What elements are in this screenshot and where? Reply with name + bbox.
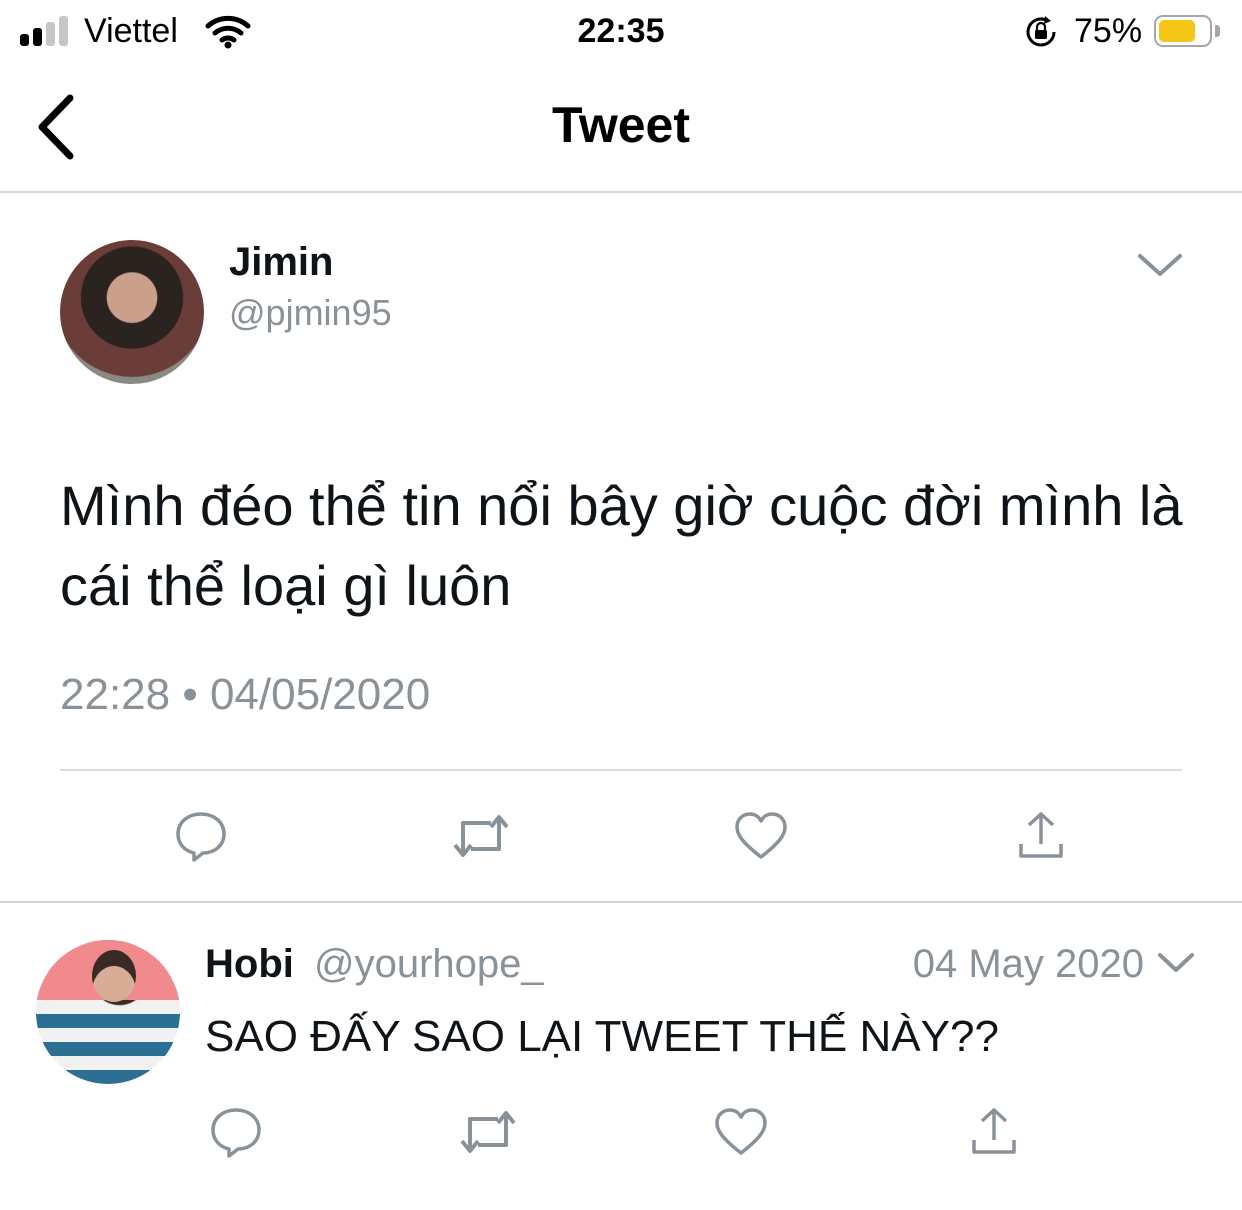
orientation-lock-icon	[1024, 16, 1058, 53]
author-handle[interactable]: @pjmin95	[229, 292, 392, 334]
retweet-icon	[453, 815, 509, 857]
reply-retweet-button[interactable]	[458, 1102, 518, 1162]
author-name[interactable]: Jimin	[229, 240, 333, 285]
like-icon	[715, 1108, 767, 1155]
share-button[interactable]	[1011, 806, 1071, 866]
tweet-text: Mình đéo thể tin nổi bây giờ cuộc đời mì…	[60, 474, 1183, 617]
battery-icon	[1154, 15, 1212, 47]
reply-author-name[interactable]: Hobi	[205, 942, 294, 987]
reply-icon	[211, 1108, 261, 1158]
author-avatar[interactable]	[60, 240, 204, 384]
reply-date: 04 May 2020	[912, 942, 1144, 986]
share-icon	[1019, 812, 1063, 858]
tweet-menu-button[interactable]	[1136, 250, 1184, 285]
like-button[interactable]	[731, 806, 791, 866]
reply-like-button[interactable]	[711, 1102, 771, 1162]
reply-reply-button[interactable]	[206, 1102, 266, 1162]
reply-share-button[interactable]	[964, 1102, 1024, 1162]
divider	[60, 769, 1182, 771]
chevron-down-icon	[1158, 953, 1194, 972]
reply-icon	[176, 812, 226, 862]
status-bar: Viettel 22:35 75%	[0, 0, 1242, 64]
tweet-timestamp: 22:28 • 04/05/2020	[60, 670, 431, 719]
share-icon	[972, 1108, 1016, 1154]
reply-author-handle[interactable]: @yourhope_	[314, 942, 544, 987]
navigation-bar: Tweet	[0, 64, 1242, 193]
reply-button[interactable]	[171, 806, 231, 866]
like-icon	[735, 812, 787, 859]
retweet-icon	[460, 1111, 516, 1153]
battery-percent: 75%	[1074, 12, 1143, 50]
reply-menu-button[interactable]	[1156, 950, 1196, 981]
battery-tip	[1215, 25, 1220, 37]
divider	[0, 901, 1242, 903]
tweet-detail-screen: Viettel 22:35 75% Tweet Jimin @pjmin95 M…	[0, 0, 1242, 1210]
chevron-down-icon	[1138, 254, 1182, 276]
retweet-button[interactable]	[451, 806, 511, 866]
battery-level-fill	[1159, 20, 1195, 42]
page-title: Tweet	[552, 97, 690, 153]
reply-author-avatar[interactable]	[36, 940, 180, 1084]
reply-text: SAO ĐẤY SAO LẠI TWEET THẾ NÀY??	[205, 1012, 999, 1061]
